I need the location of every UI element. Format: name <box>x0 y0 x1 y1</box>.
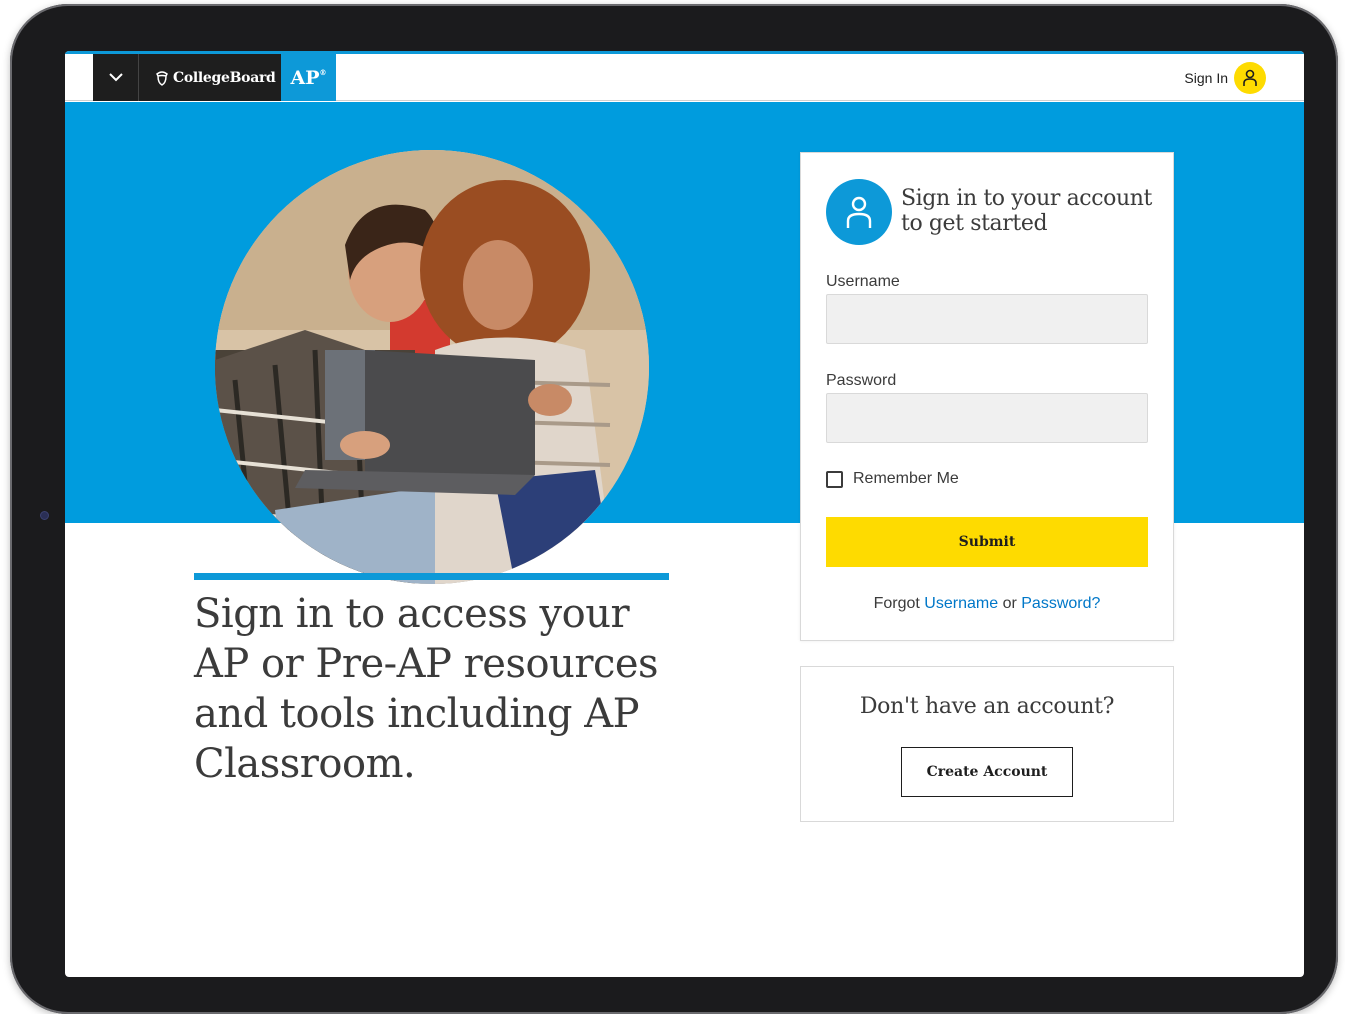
sign-in-card-title: Sign in to your account to get started <box>901 186 1152 236</box>
brand-text: CollegeBoard <box>173 69 276 86</box>
ap-logo[interactable]: AP ® <box>281 54 336 101</box>
user-icon <box>826 179 892 245</box>
hero-photo <box>215 150 649 584</box>
tablet-frame: CollegeBoard AP ® Sign In Sign in to acc… <box>10 4 1338 1014</box>
forgot-credentials-text: Forgot Username or Password? <box>801 595 1173 613</box>
page-headline: Sign in to access your AP or Pre-AP reso… <box>194 591 659 787</box>
forgot-username-link[interactable]: Username <box>924 595 998 612</box>
sign-in-card: Sign in to your account to get started U… <box>800 152 1174 641</box>
username-label: Username <box>826 273 900 290</box>
registered-mark: ® <box>319 68 327 77</box>
header-sign-in-label: Sign In <box>1184 70 1228 86</box>
create-account-card: Don't have an account? Create Account <box>800 666 1174 822</box>
site-header: CollegeBoard AP ® Sign In <box>65 54 1304 101</box>
screen: CollegeBoard AP ® Sign In Sign in to acc… <box>65 51 1304 977</box>
collegeboard-logo[interactable]: CollegeBoard <box>138 54 281 101</box>
create-account-button[interactable]: Create Account <box>901 747 1073 797</box>
forgot-password-link[interactable]: Password <box>1021 595 1091 612</box>
username-input[interactable] <box>826 294 1148 344</box>
submit-button[interactable]: Submit <box>826 517 1148 567</box>
header-sign-in-link[interactable]: Sign In <box>1184 62 1266 94</box>
students-illustration <box>215 150 649 584</box>
password-label: Password <box>826 372 897 389</box>
forgot-prefix: Forgot <box>873 595 920 612</box>
password-input[interactable] <box>826 393 1148 443</box>
ap-logo-text: AP <box>290 66 320 89</box>
menu-toggle-button[interactable] <box>93 54 138 101</box>
chevron-down-icon <box>108 73 123 82</box>
headline-accent-bar <box>194 573 669 580</box>
remember-me-checkbox[interactable] <box>826 470 843 488</box>
create-account-title: Don't have an account? <box>859 694 1115 719</box>
remember-me-label: Remember Me <box>853 470 959 487</box>
camera-dot <box>40 511 49 520</box>
acorn-icon <box>156 70 168 86</box>
forgot-or: or <box>1002 595 1017 612</box>
remember-me-row[interactable]: Remember Me <box>826 470 959 488</box>
forgot-suffix: ? <box>1091 595 1101 612</box>
user-icon <box>1234 62 1266 94</box>
